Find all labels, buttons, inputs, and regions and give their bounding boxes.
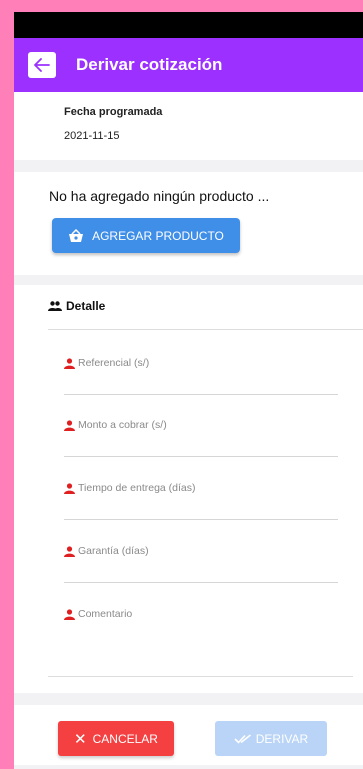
amount-label: Monto a cobrar (s/) bbox=[78, 419, 167, 431]
comment-label: Comentario bbox=[78, 608, 133, 620]
delivery-time-field[interactable]: Tiempo de entrega (días) bbox=[64, 470, 338, 520]
field-underline bbox=[64, 456, 338, 457]
delivery-time-label: Tiempo de entrega (días) bbox=[78, 482, 196, 494]
field-underline bbox=[64, 519, 338, 520]
page-title: Derivar cotización bbox=[76, 55, 223, 74]
field-label-wrap: Tiempo de entrega (días) bbox=[64, 482, 196, 494]
field-label-wrap: Referencial (s/) bbox=[64, 357, 149, 369]
back-button[interactable] bbox=[28, 52, 56, 78]
actions-card: ✕ CANCELAR DERIVAR bbox=[14, 705, 363, 765]
person-icon bbox=[64, 545, 75, 557]
warranty-label: Garantía (días) bbox=[78, 545, 149, 557]
group-icon bbox=[48, 301, 62, 311]
referencial-label: Referencial (s/) bbox=[78, 357, 150, 369]
products-card: No ha agregado ningún producto ... AGREG… bbox=[14, 172, 363, 275]
empty-products-message: No ha agregado ningún producto ... bbox=[49, 188, 270, 204]
person-icon bbox=[64, 419, 75, 431]
detail-heading: Detalle bbox=[48, 299, 105, 313]
schedule-label: Fecha programada bbox=[64, 106, 163, 118]
close-icon: ✕ bbox=[74, 730, 87, 748]
field-label-wrap: Comentario bbox=[64, 608, 132, 620]
field-label-wrap: Monto a cobrar (s/) bbox=[64, 419, 167, 431]
back-arrow-icon bbox=[34, 58, 50, 72]
field-label-wrap: Garantía (días) bbox=[64, 545, 149, 557]
detail-card: Detalle Referencial (s/) Monto a cobrar … bbox=[14, 285, 363, 693]
referencial-field[interactable]: Referencial (s/) bbox=[64, 345, 338, 395]
field-underline bbox=[64, 394, 338, 395]
cancel-button[interactable]: ✕ CANCELAR bbox=[58, 721, 174, 756]
person-icon bbox=[64, 482, 75, 494]
add-product-button[interactable]: AGREGAR PRODUCTO bbox=[52, 218, 240, 253]
comment-field[interactable]: Comentario bbox=[64, 596, 338, 646]
cancel-label: CANCELAR bbox=[92, 731, 158, 746]
schedule-date: 2021-11-15 bbox=[64, 130, 120, 142]
warranty-field[interactable]: Garantía (días) bbox=[64, 533, 338, 583]
divider bbox=[48, 329, 363, 330]
schedule-card: Fecha programada 2021-11-15 bbox=[14, 92, 363, 160]
field-underline bbox=[64, 582, 338, 583]
app-bar: Derivar cotización bbox=[14, 38, 363, 92]
detail-heading-label: Detalle bbox=[66, 299, 106, 313]
double-check-icon bbox=[234, 733, 251, 744]
comment-underline bbox=[48, 676, 353, 677]
phone-screen: Derivar cotización Fecha programada 2021… bbox=[14, 12, 363, 769]
person-icon bbox=[64, 608, 75, 620]
amount-field[interactable]: Monto a cobrar (s/) bbox=[64, 407, 338, 457]
derive-button[interactable]: DERIVAR bbox=[215, 721, 327, 756]
person-icon bbox=[64, 357, 75, 369]
add-product-label: AGREGAR PRODUCTO bbox=[92, 228, 224, 243]
status-bar bbox=[14, 12, 363, 38]
basket-icon bbox=[69, 228, 84, 242]
derive-label: DERIVAR bbox=[255, 731, 309, 746]
